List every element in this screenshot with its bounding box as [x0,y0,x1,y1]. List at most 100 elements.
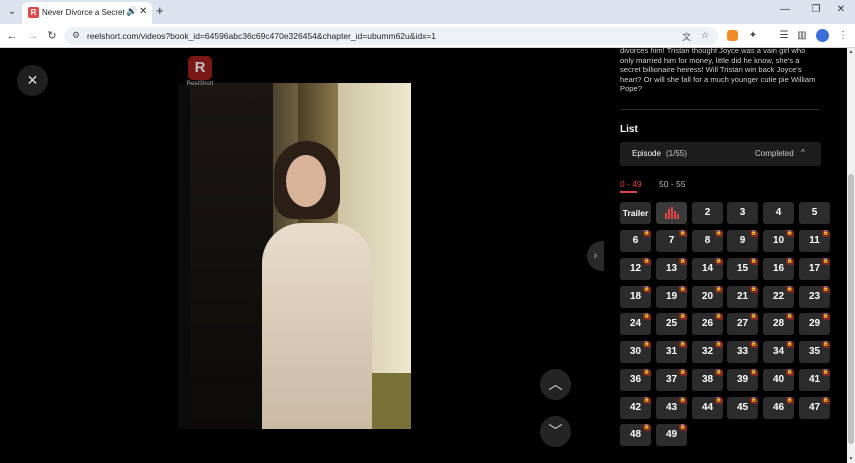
episode-button[interactable]: 14 🔒 [692,258,723,280]
episode-number: 14 [701,263,714,274]
episode-button[interactable]: 30 🔒 [620,341,651,363]
episode-button[interactable]: 42 🔒 [620,397,651,419]
episode-number: 4 [775,207,782,218]
episode-number: 34 [772,346,785,357]
episode-button[interactable]: 28 🔒 [763,313,794,335]
episode-button-playing[interactable] [656,202,687,224]
page-scrollbar[interactable]: ▲ ▼ [847,48,855,463]
episode-button[interactable]: 7 🔒 [656,230,687,252]
episode-button[interactable]: 39 🔒 [727,369,758,391]
episode-button[interactable]: 46 🔒 [763,397,794,419]
episode-button[interactable]: 2 [692,202,723,224]
lock-icon: 🔒 [750,230,758,237]
lock-icon: 🔒 [643,397,651,404]
episode-button[interactable]: 27 🔒 [727,313,758,335]
trailer-button[interactable]: Trailer [620,202,651,224]
lock-icon: 🔒 [643,258,651,265]
star-icon[interactable]: ☆ [701,30,709,41]
episode-button[interactable]: 12 🔒 [620,258,651,280]
episode-button[interactable]: 33 🔒 [727,341,758,363]
video-player[interactable] [178,83,411,429]
lock-icon: 🔒 [822,286,830,293]
episode-button[interactable]: 17 🔒 [799,258,830,280]
forward-icon[interactable]: → [25,28,41,44]
scroll-down-icon[interactable]: ▼ [847,455,855,463]
episode-button[interactable]: 37 🔒 [656,369,687,391]
maximize-icon[interactable]: ❐ [809,4,823,15]
episode-number: 25 [665,318,678,329]
episode-number: 27 [736,318,749,329]
extension-icon[interactable] [727,30,738,41]
side-panel-icon[interactable]: ▥ [795,29,809,43]
close-player-button[interactable]: ✕ [17,65,48,96]
window-close-icon[interactable]: ✕ [834,4,848,15]
episode-button[interactable]: 13 🔒 [656,258,687,280]
episode-button[interactable]: 41 🔒 [799,369,830,391]
episode-button[interactable]: 4 [763,202,794,224]
episode-button[interactable]: 35 🔒 [799,341,830,363]
episode-button[interactable]: 23 🔒 [799,286,830,308]
profile-icon[interactable] [816,29,829,42]
range-tab-0-49[interactable]: 0 - 49 [620,179,642,189]
episode-button[interactable]: 43 🔒 [656,397,687,419]
episode-dropdown[interactable]: Episode (1/55) Completed ^ [620,142,821,166]
episode-button[interactable]: 8 🔒 [692,230,723,252]
panel-toggle-button[interactable]: › [587,241,604,271]
tab-close-icon[interactable]: ✕ [139,6,147,17]
scrollbar-thumb[interactable] [848,174,854,444]
tab-search-icon[interactable]: ⌄ [4,4,20,20]
episode-button[interactable]: 18 🔒 [620,286,651,308]
episode-button[interactable]: 25 🔒 [656,313,687,335]
episode-button[interactable]: 16 🔒 [763,258,794,280]
episode-button[interactable]: 38 🔒 [692,369,723,391]
next-episode-button[interactable]: ﹀ [540,416,571,447]
episode-number: 38 [701,374,714,385]
episode-button[interactable]: 19 🔒 [656,286,687,308]
episode-number: 49 [665,429,678,440]
episode-button[interactable]: 40 🔒 [763,369,794,391]
menu-icon[interactable]: ⋮ [836,29,850,43]
back-icon[interactable]: ← [4,28,20,44]
episode-button[interactable]: 22 🔒 [763,286,794,308]
episode-button[interactable]: 36 🔒 [620,369,651,391]
episode-button[interactable]: 32 🔒 [692,341,723,363]
lock-icon: 🔒 [643,286,651,293]
lock-icon: 🔒 [750,286,758,293]
puzzle-icon[interactable]: ✦ [746,29,760,43]
episode-button[interactable]: 26 🔒 [692,313,723,335]
episode-button[interactable]: 21 🔒 [727,286,758,308]
address-bar[interactable]: ⚙ reelshort.com/videos?book_id=64596abc3… [64,27,718,45]
episode-button[interactable]: 44 🔒 [692,397,723,419]
episode-button[interactable]: 11 🔒 [799,230,830,252]
episode-button[interactable]: 49 🔒 [656,424,687,446]
new-tab-button[interactable]: + [156,3,164,18]
page-content: ✕ R ReelShort ︿ ﹀ › divorces him! Trista… [0,48,847,463]
episode-button[interactable]: 34 🔒 [763,341,794,363]
media-icon[interactable]: ☰ [777,29,791,43]
site-info-icon[interactable]: ⚙ [72,30,80,41]
episode-button[interactable]: 31 🔒 [656,341,687,363]
episode-button[interactable]: 10 🔒 [763,230,794,252]
episode-button[interactable]: 24 🔒 [620,313,651,335]
minimize-icon[interactable]: — [778,4,792,15]
episode-button[interactable]: 48 🔒 [620,424,651,446]
episode-button[interactable]: 47 🔒 [799,397,830,419]
audio-icon[interactable]: 🔊 [126,6,137,17]
previous-episode-button[interactable]: ︿ [540,369,571,400]
translate-icon[interactable]: 文 [682,30,691,43]
episode-button[interactable]: 29 🔒 [799,313,830,335]
episode-button[interactable]: 20 🔒 [692,286,723,308]
range-tab-50-55[interactable]: 50 - 55 [659,179,685,189]
episode-number: 26 [701,318,714,329]
reload-icon[interactable]: ↻ [44,28,60,44]
episode-button[interactable]: 45 🔒 [727,397,758,419]
scroll-up-icon[interactable]: ▲ [847,48,855,56]
episode-button[interactable]: 3 [727,202,758,224]
episode-button[interactable]: 5 [799,202,830,224]
episode-number: 6 [632,235,639,246]
episode-button[interactable]: 15 🔒 [727,258,758,280]
browser-tab[interactable]: R Never Divorce a Secret Bi 🔊 ✕ [22,2,152,24]
url-text[interactable]: reelshort.com/videos?book_id=64596abc36c… [87,30,436,42]
episode-button[interactable]: 6 🔒 [620,230,651,252]
episode-button[interactable]: 9 🔒 [727,230,758,252]
